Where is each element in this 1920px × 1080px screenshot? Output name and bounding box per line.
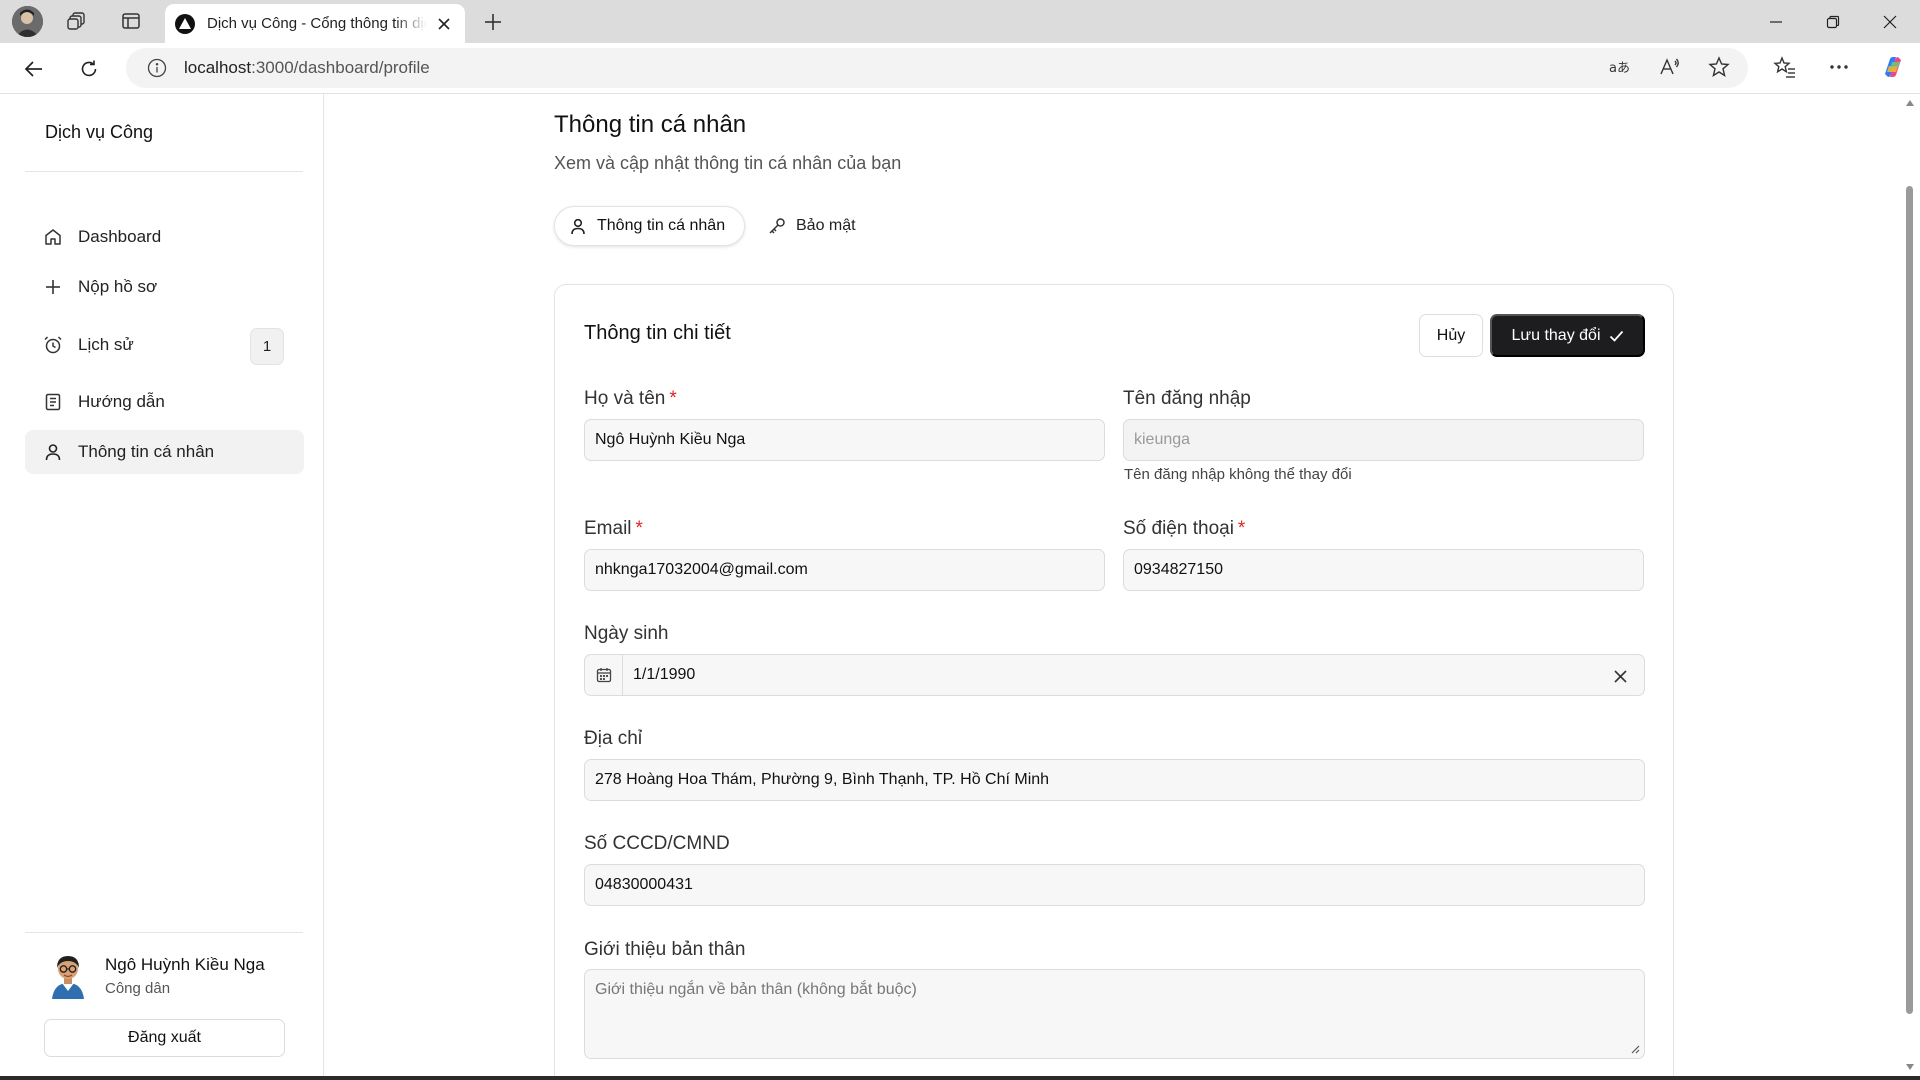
url-host: localhost bbox=[184, 58, 252, 77]
sidebar-bottom-divider bbox=[25, 932, 303, 933]
sidebar: Dịch vụ Công Dashboard Nộp hồ sơ Lịch sử… bbox=[0, 94, 324, 1080]
bio-label: Giới thiệu bản thân bbox=[584, 939, 746, 960]
url-path: :3000/dashboard/profile bbox=[251, 58, 430, 77]
svg-text:aあ: aあ bbox=[1609, 61, 1630, 76]
alarm-clock-icon bbox=[43, 335, 63, 355]
sidebar-item-submit[interactable]: Nộp hồ sơ bbox=[25, 265, 304, 309]
birthday-label: Ngày sinh bbox=[584, 623, 669, 644]
tab-close-icon[interactable] bbox=[433, 13, 455, 35]
workspaces-icon[interactable] bbox=[62, 8, 92, 34]
tab-label: Bảo mật bbox=[796, 217, 856, 234]
vertical-tabs-icon[interactable] bbox=[116, 8, 146, 34]
logout-button[interactable]: Đăng xuất bbox=[44, 1019, 285, 1057]
cancel-button[interactable]: Hủy bbox=[1419, 314, 1483, 357]
window-bottom-edge bbox=[0, 1076, 1920, 1080]
sidebar-item-label: Dashboard bbox=[78, 227, 162, 246]
tab-personal-info[interactable]: Thông tin cá nhân bbox=[554, 206, 745, 246]
user-icon bbox=[43, 442, 63, 462]
url-text: localhost:3000/dashboard/profile bbox=[184, 58, 430, 78]
sidebar-item-label: Lịch sử bbox=[78, 335, 134, 354]
read-aloud-icon[interactable] bbox=[1655, 52, 1685, 82]
bio-textarea[interactable]: Giới thiệu ngắn về bản thân (không bắt b… bbox=[584, 969, 1645, 1059]
site-info-icon[interactable] bbox=[146, 57, 168, 79]
key-icon bbox=[768, 217, 786, 235]
scrollbar-thumb[interactable] bbox=[1906, 186, 1913, 1014]
sidebar-item-label: Thông tin cá nhân bbox=[78, 442, 215, 461]
phone-label-text: Số điện thoại bbox=[1123, 518, 1234, 539]
sidebar-item-profile[interactable]: Thông tin cá nhân bbox=[25, 430, 304, 474]
avatar bbox=[48, 953, 88, 999]
tab-title: Dịch vụ Công - Cổng thông tin dịch vụ cô… bbox=[207, 15, 427, 32]
sidebar-item-dashboard[interactable]: Dashboard bbox=[25, 215, 304, 259]
sidebar-divider bbox=[25, 171, 303, 172]
save-button[interactable]: Lưu thay đổi bbox=[1490, 314, 1645, 357]
address-label: Địa chỉ bbox=[584, 728, 643, 749]
browser-profile-avatar[interactable] bbox=[12, 6, 43, 37]
username-input: kieunga bbox=[1123, 419, 1644, 461]
new-tab-plus-icon[interactable] bbox=[478, 8, 508, 36]
vercel-triangle-icon bbox=[175, 13, 195, 34]
user-role: Công dân bbox=[105, 980, 171, 997]
phone-input[interactable]: 0934827150 bbox=[1123, 549, 1644, 591]
email-field[interactable]: nhknga17032004@gmail.com bbox=[584, 549, 1105, 591]
sidebar-item-label: Hướng dẫn bbox=[78, 392, 165, 411]
sidebar-item-history[interactable]: Lịch sử 1 bbox=[25, 323, 304, 367]
history-count-badge: 1 bbox=[250, 328, 284, 365]
check-icon bbox=[1609, 330, 1624, 342]
brand-title[interactable]: Dịch vụ Công bbox=[45, 122, 153, 143]
birthday-date-picker[interactable]: 1/1/1990 bbox=[584, 654, 1645, 696]
sidebar-item-guide[interactable]: Hướng dẫn bbox=[25, 380, 304, 424]
tab-label: Thông tin cá nhân bbox=[597, 217, 726, 234]
minimize-icon[interactable] bbox=[1746, 0, 1806, 43]
phone-label: Số điện thoại * bbox=[1123, 518, 1245, 540]
back-arrow-icon[interactable] bbox=[18, 53, 50, 85]
refresh-icon[interactable] bbox=[73, 53, 105, 85]
url-bar[interactable]: localhost:3000/dashboard/profile bbox=[126, 48, 1748, 88]
resize-grip-icon[interactable] bbox=[1630, 1044, 1640, 1054]
translate-icon[interactable]: aあ bbox=[1605, 52, 1635, 82]
plus-icon bbox=[43, 277, 63, 297]
window-close-icon[interactable] bbox=[1860, 0, 1920, 43]
username-label: Tên đăng nhập bbox=[1123, 388, 1251, 409]
favorite-star-icon[interactable] bbox=[1704, 52, 1734, 82]
fullname-label-text: Họ và tên bbox=[584, 388, 666, 409]
birthday-value: 1/1/1990 bbox=[633, 666, 696, 683]
browser-tab-active[interactable]: Dịch vụ Công - Cổng thông tin dịch vụ cô… bbox=[165, 4, 465, 43]
clear-x-icon[interactable] bbox=[1610, 666, 1630, 686]
copilot-icon[interactable] bbox=[1878, 52, 1908, 82]
user-icon bbox=[569, 217, 587, 235]
required-asterisk: * bbox=[1237, 518, 1246, 539]
favorites-list-icon[interactable] bbox=[1770, 52, 1800, 82]
email-label: Email * bbox=[584, 518, 643, 540]
tab-security[interactable]: Bảo mật bbox=[768, 206, 856, 246]
browser-address-bar: localhost:3000/dashboard/profile aあ bbox=[0, 43, 1920, 94]
required-asterisk: * bbox=[635, 518, 643, 539]
idcard-input[interactable]: 04830000431 bbox=[584, 864, 1645, 906]
book-icon bbox=[43, 392, 63, 412]
card-title: Thông tin chi tiết bbox=[584, 322, 731, 344]
username-hint: Tên đăng nhập không thể thay đổi bbox=[1124, 466, 1352, 483]
save-button-label: Lưu thay đổi bbox=[1511, 326, 1601, 344]
page-subtitle: Xem và cập nhật thông tin cá nhân của bạ… bbox=[554, 153, 902, 173]
scroll-up-arrow-icon[interactable] bbox=[1905, 98, 1915, 108]
address-input[interactable]: 278 Hoàng Hoa Thám, Phường 9, Bình Thạnh… bbox=[584, 759, 1645, 801]
restore-icon[interactable] bbox=[1803, 0, 1863, 43]
more-options-icon[interactable] bbox=[1824, 52, 1854, 82]
home-icon bbox=[43, 227, 63, 247]
page-title: Thông tin cá nhân bbox=[554, 111, 747, 138]
bio-placeholder: Giới thiệu ngắn về bản thân (không bắt b… bbox=[595, 981, 917, 998]
idcard-label: Số CCCD/CMND bbox=[584, 833, 730, 854]
fullname-input[interactable]: Ngô Huỳnh Kiều Nga bbox=[584, 419, 1105, 461]
required-asterisk: * bbox=[669, 388, 677, 409]
fullname-label: Họ và tên * bbox=[584, 388, 677, 410]
browser-tab-bar: Dịch vụ Công - Cổng thông tin dịch vụ cô… bbox=[0, 0, 1920, 43]
scroll-down-arrow-icon[interactable] bbox=[1905, 1062, 1915, 1072]
user-name: Ngô Huỳnh Kiều Nga bbox=[105, 955, 265, 974]
sidebar-item-label: Nộp hồ sơ bbox=[78, 277, 158, 296]
calendar-icon[interactable] bbox=[585, 655, 623, 695]
email-label-text: Email bbox=[584, 518, 632, 539]
